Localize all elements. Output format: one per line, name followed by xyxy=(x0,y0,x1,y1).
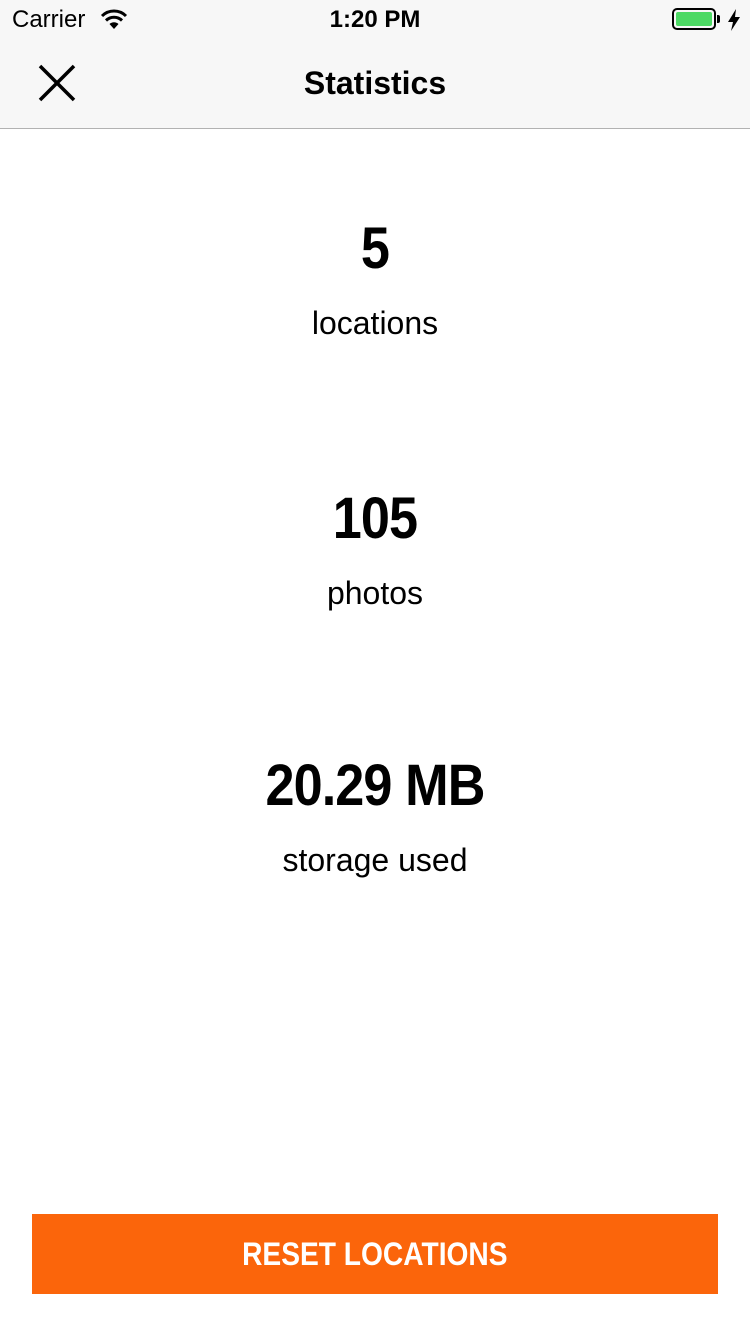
stat-label: locations xyxy=(311,305,439,341)
page-title: Statistics xyxy=(303,65,447,101)
stat-locations: 5 locations xyxy=(0,216,750,342)
stat-label: photos xyxy=(326,575,424,611)
battery-icon xyxy=(672,8,722,32)
status-time: 1:20 PM xyxy=(329,6,421,33)
stat-value: 5 xyxy=(360,216,390,281)
stat-photos: 105 photos xyxy=(0,486,750,612)
stat-value: 20.29 MB xyxy=(265,753,485,818)
reset-locations-label: RESET LOCATIONS xyxy=(242,1235,508,1272)
stat-storage-used: 20.29 MB storage used xyxy=(0,753,750,879)
charging-bolt-icon xyxy=(728,9,740,31)
stat-label: storage used xyxy=(282,842,468,878)
navigation-bar: Statistics xyxy=(0,40,750,129)
status-bar: Carrier 1:20 PM xyxy=(0,0,750,40)
stat-value: 105 xyxy=(332,486,418,551)
reset-locations-button[interactable]: RESET LOCATIONS xyxy=(32,1214,718,1294)
